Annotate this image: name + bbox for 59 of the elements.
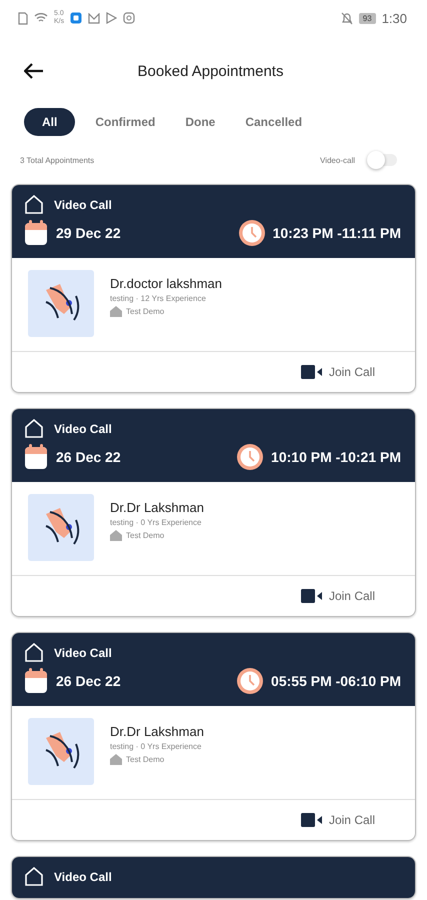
appointment-date: 29 Dec 22	[56, 225, 121, 241]
app-icon	[70, 12, 82, 24]
clinic-name: Test Demo	[126, 755, 164, 764]
camera-icon	[123, 12, 136, 24]
doctor-name: Dr.doctor lakshman	[110, 276, 222, 291]
clock-icon	[238, 220, 265, 246]
join-call-button[interactable]: Join Call	[300, 813, 375, 827]
doctor-details: testing · 12 Yrs Experience	[110, 294, 207, 303]
appointment-date: 26 Dec 22	[56, 673, 121, 689]
video-camera-icon	[300, 589, 323, 603]
battery-level: 93	[358, 12, 376, 24]
appointment-type: Video Call	[54, 422, 112, 436]
home-icon	[24, 867, 44, 886]
doctor-details: testing · 0 Yrs Experience	[110, 742, 202, 751]
doctor-name: Dr.Dr Lakshman	[110, 500, 204, 515]
doctor-details: testing · 0 Yrs Experience	[110, 518, 202, 527]
calendar-icon	[24, 668, 48, 694]
clinic-name: Test Demo	[126, 307, 164, 316]
appointment-type: Video Call	[54, 198, 112, 212]
join-call-button[interactable]: Join Call	[300, 365, 375, 379]
clock-icon	[237, 444, 264, 470]
house-icon	[110, 530, 122, 541]
clinic-name: Test Demo	[126, 531, 164, 540]
filter-label: Video-call	[320, 156, 355, 164]
filter-tab[interactable]: Done	[175, 108, 226, 136]
house-icon	[110, 306, 122, 317]
video-camera-icon	[300, 365, 323, 379]
home-icon	[24, 195, 44, 214]
join-call-button[interactable]: Join Call	[300, 589, 375, 603]
calendar-icon	[24, 444, 48, 470]
appointment-time: 05:55 PM -06:10 PM	[271, 673, 401, 689]
home-icon	[24, 419, 44, 438]
appointment-time: 10:10 PM -10:21 PM	[271, 449, 401, 465]
appointment-date: 26 Dec 22	[56, 449, 121, 465]
clock-time: 1:30	[382, 10, 407, 26]
filter-tab[interactable]: Cancelled	[235, 108, 312, 136]
doctor-name: Dr.Dr Lakshman	[110, 724, 204, 739]
knee-illustration	[28, 270, 94, 337]
play-icon	[106, 12, 118, 24]
sim-icon	[18, 12, 28, 24]
total-count: 3 Total Appointments	[20, 156, 94, 164]
video-camera-icon	[300, 813, 323, 827]
back-button[interactable]	[22, 61, 46, 81]
knee-illustration	[28, 718, 94, 785]
appointment-type: Video Call	[54, 870, 112, 884]
bell-off-icon	[340, 12, 353, 24]
page-title: Booked Appointments	[136, 62, 284, 80]
knee-illustration	[28, 494, 94, 561]
filter-tab[interactable]: Confirmed	[85, 108, 166, 136]
video-call-toggle[interactable]	[367, 154, 397, 166]
home-icon	[24, 643, 44, 662]
calendar-icon	[24, 220, 48, 246]
clock-icon	[237, 668, 264, 694]
mail-icon	[88, 12, 100, 24]
wifi-icon	[34, 12, 48, 24]
house-icon	[110, 754, 122, 765]
appointment-type: Video Call	[54, 646, 112, 660]
appointment-time: 10:23 PM -11:11 PM	[272, 225, 401, 241]
filter-tab[interactable]: All	[24, 108, 76, 136]
